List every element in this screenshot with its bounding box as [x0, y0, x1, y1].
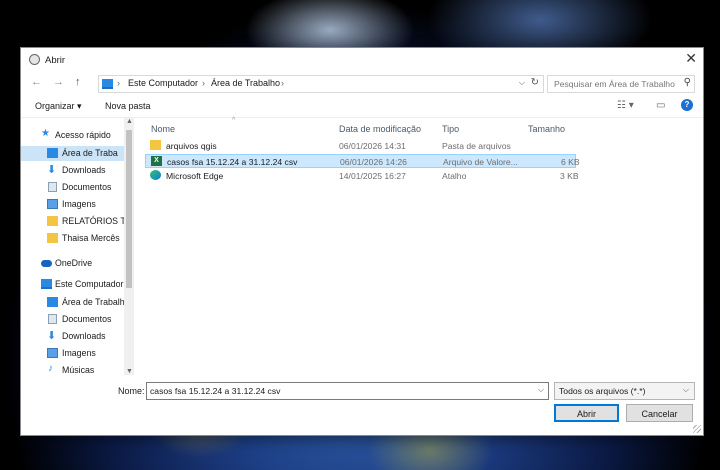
image-icon — [47, 199, 58, 209]
search-icon: ⚲ — [683, 77, 691, 88]
document-icon — [48, 314, 57, 324]
navigation-scrollbar[interactable]: ▲ ▼ — [124, 118, 134, 375]
open-file-dialog: Abrir ✕ ← → ↑ › Este Computador › Área d… — [20, 47, 704, 436]
folder-icon — [150, 140, 161, 150]
chevron-down-icon: ⌵ — [682, 385, 689, 394]
title-bar: Abrir ✕ — [21, 48, 703, 72]
refresh-icon[interactable]: ↻ — [531, 77, 539, 88]
navigation-bar: ← → ↑ › Este Computador › Área de Trabal… — [21, 72, 703, 94]
column-header-name[interactable]: Nome — [151, 124, 175, 134]
search-placeholder: Pesquisar em Área de Trabalho — [554, 79, 675, 89]
desktop-icon — [47, 297, 58, 307]
breadcrumb-area-de-trabalho[interactable]: Área de Trabalho — [211, 78, 280, 88]
sort-up-icon: ^ — [232, 117, 236, 124]
breadcrumb-separator: › — [281, 78, 284, 88]
sidebar-item-downloads[interactable]: ⬇ Downloads — [21, 329, 133, 344]
sidebar-item-imagens[interactable]: Imagens — [21, 346, 133, 361]
sidebar-item-este-computador[interactable]: Este Computador — [21, 277, 133, 292]
file-row[interactable]: arquivos qgis 06/01/2026 14:31 Pasta de … — [145, 139, 576, 153]
sidebar-item-relatorios[interactable]: RELATÓRIOS TRI — [21, 214, 135, 229]
download-icon: ⬇ — [47, 164, 57, 176]
resize-grip[interactable] — [693, 425, 701, 433]
download-icon: ⬇ — [47, 330, 57, 342]
sidebar-item-area-de-trabalho-pinned[interactable]: Área de Traba ✦ — [21, 146, 133, 161]
filename-label: Nome: — [118, 386, 145, 396]
sidebar-item-area-de-trabalho[interactable]: Área de Trabalho — [21, 295, 133, 310]
dialog-app-icon — [29, 54, 40, 65]
back-arrow-icon[interactable]: ← — [31, 76, 42, 88]
sidebar-item-documentos-pinned[interactable]: Documentos ✦ — [21, 180, 133, 195]
column-header-date[interactable]: Data de modificação — [339, 124, 421, 134]
sidebar-item-downloads-pinned[interactable]: ⬇ Downloads ✦ — [21, 163, 133, 178]
sidebar-item-thaisa-merces[interactable]: Thaisa Mercês — [21, 231, 133, 246]
address-bar[interactable]: › Este Computador › Área de Trabalho › ⌵… — [98, 75, 544, 93]
dialog-title: Abrir — [45, 55, 66, 66]
search-box[interactable]: Pesquisar em Área de Trabalho ⚲ — [547, 75, 695, 93]
scrollbar-thumb[interactable] — [126, 130, 132, 288]
close-button[interactable]: ✕ — [685, 50, 697, 67]
edge-icon — [150, 170, 161, 180]
computer-icon — [102, 79, 113, 89]
folder-icon — [47, 233, 58, 243]
help-icon[interactable]: ? — [681, 99, 693, 111]
chevron-down-icon[interactable]: ⌵ — [538, 385, 544, 395]
new-folder-button[interactable]: Nova pasta — [105, 101, 151, 111]
desktop-icon — [47, 148, 58, 158]
filename-input[interactable]: casos fsa 15.12.24 a 31.12.24 csv ⌵ — [146, 382, 549, 400]
sidebar-item-musicas[interactable]: ♪ Músicas — [21, 363, 133, 375]
scroll-up-icon[interactable]: ▲ — [126, 118, 133, 125]
cloud-icon — [41, 260, 52, 267]
sidebar-item-acesso-rapido[interactable]: ★ Acesso rápido — [21, 128, 133, 143]
column-header-size[interactable]: Tamanho — [528, 124, 565, 134]
sidebar-item-documentos[interactable]: Documentos — [21, 312, 133, 327]
command-toolbar: Organizar ▾ Nova pasta ☷ ▾ ▭ ? — [21, 95, 703, 118]
star-icon: ★ — [41, 128, 50, 139]
breadcrumb-separator: › — [202, 78, 205, 88]
breadcrumb-este-computador[interactable]: Este Computador — [128, 78, 198, 88]
music-icon: ♪ — [48, 363, 53, 374]
computer-icon — [41, 279, 52, 289]
file-row-selected[interactable]: X casos fsa 15.12.24 a 31.12.24 csv 06/0… — [145, 154, 580, 168]
forward-arrow-icon[interactable]: → — [53, 76, 64, 88]
dialog-footer: Nome: casos fsa 15.12.24 a 31.12.24 csv … — [21, 378, 703, 435]
folder-icon — [47, 216, 58, 226]
up-arrow-icon[interactable]: ↑ — [75, 76, 81, 88]
excel-icon: X — [151, 156, 162, 166]
sidebar-item-imagens-pinned[interactable]: Imagens ✦ — [21, 197, 133, 212]
file-list: Nome ^ Data de modificação Tipo Tamanho … — [139, 117, 703, 375]
breadcrumb-separator: › — [117, 78, 120, 88]
scroll-down-icon[interactable]: ▼ — [126, 368, 133, 375]
column-header-type[interactable]: Tipo — [442, 124, 459, 134]
document-icon — [48, 182, 57, 192]
navigation-pane: ★ Acesso rápido Área de Traba ✦ ⬇ Downlo… — [21, 118, 135, 375]
organize-button[interactable]: Organizar ▾ — [35, 101, 82, 112]
cancel-button[interactable]: Cancelar — [626, 404, 693, 422]
image-icon — [47, 348, 58, 358]
open-button[interactable]: Abrir — [554, 404, 619, 422]
chevron-down-icon[interactable]: ⌵ — [519, 78, 525, 88]
file-row[interactable]: Microsoft Edge 14/01/2025 16:27 Atalho 3… — [145, 169, 579, 183]
filetype-select[interactable]: Todos os arquivos (*.*) ⌵ — [554, 382, 695, 400]
preview-pane-icon[interactable]: ▭ — [656, 100, 665, 111]
view-options-icon[interactable]: ☷ ▾ — [617, 100, 634, 111]
sidebar-item-onedrive[interactable]: OneDrive — [21, 256, 133, 271]
